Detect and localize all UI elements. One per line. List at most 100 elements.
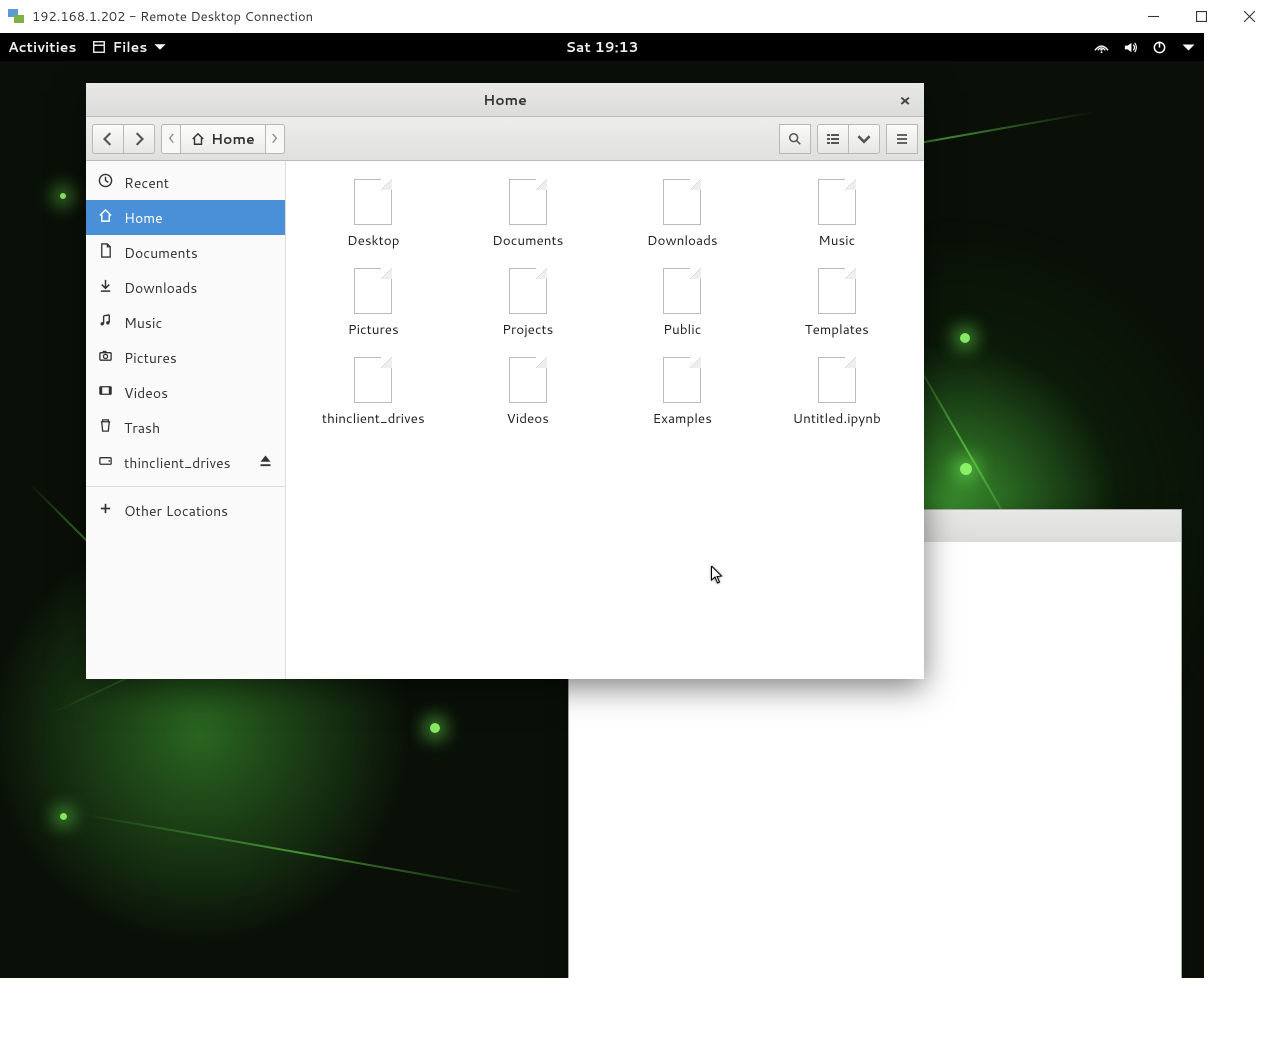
- home-icon: [191, 132, 205, 146]
- drive-icon: [98, 453, 113, 473]
- hamburger-icon: [895, 132, 909, 146]
- clock[interactable]: Sat 19:13: [565, 37, 638, 57]
- file-label: Pictures: [348, 320, 399, 339]
- sidebar-item-label: Music: [124, 313, 162, 333]
- file-manager-titlebar[interactable]: Home ×: [86, 83, 924, 117]
- sidebar-item-label: Documents: [124, 243, 198, 263]
- path-segment-label: Home: [211, 129, 255, 149]
- file-item[interactable]: Desktop: [296, 173, 451, 256]
- file-label: Desktop: [347, 231, 399, 250]
- path-bar: Home: [161, 124, 285, 154]
- remote-desktop: Activities Files Sat 19:13 @jetson: ~ Ho…: [0, 33, 1204, 978]
- file-item[interactable]: Music: [760, 173, 915, 256]
- file-icon: [663, 179, 701, 225]
- file-item[interactable]: Examples: [605, 351, 760, 434]
- chevron-down-icon[interactable]: [1181, 40, 1196, 55]
- search-icon: [788, 132, 802, 146]
- file-label: Examples: [653, 409, 712, 428]
- sidebar-item-label: Downloads: [124, 278, 197, 298]
- path-next-button[interactable]: [265, 124, 285, 154]
- sidebar-item-label: Trash: [124, 418, 160, 438]
- volume-icon[interactable]: [1123, 40, 1138, 55]
- file-icon: [818, 268, 856, 314]
- sidebar-item-label: Pictures: [124, 348, 177, 368]
- network-icon[interactable]: [1094, 40, 1109, 55]
- power-icon[interactable]: [1152, 40, 1167, 55]
- file-icon: [663, 268, 701, 314]
- down-icon: [98, 278, 113, 298]
- sidebar-item-thinclient-drives[interactable]: thinclient_drives: [86, 445, 285, 480]
- file-label: Music: [818, 231, 855, 250]
- file-icon: [663, 357, 701, 403]
- forward-button[interactable]: [123, 124, 155, 154]
- sidebar-item-home[interactable]: Home: [86, 200, 285, 235]
- back-button[interactable]: [92, 124, 124, 154]
- music-icon: [98, 313, 113, 333]
- file-icon: [509, 179, 547, 225]
- sidebar-item-music[interactable]: Music: [86, 305, 285, 340]
- file-item[interactable]: thinclient_drives: [296, 351, 451, 434]
- view-list-button[interactable]: [817, 124, 849, 154]
- sidebar-item-label: Other Locations: [124, 501, 228, 521]
- list-view-icon: [826, 132, 840, 146]
- window-title: Home: [483, 90, 527, 110]
- sidebar-item-documents[interactable]: Documents: [86, 235, 285, 270]
- file-item[interactable]: Videos: [451, 351, 606, 434]
- file-label: Public: [663, 320, 701, 339]
- file-icon: [354, 268, 392, 314]
- hamburger-menu-button[interactable]: [886, 124, 918, 154]
- file-icon: [509, 268, 547, 314]
- plus-icon: [98, 501, 113, 521]
- sidebar-item-recent[interactable]: Recent: [86, 165, 285, 200]
- path-segment-home[interactable]: Home: [180, 124, 266, 154]
- bottom-white-area: [0, 978, 1204, 1062]
- activities-button[interactable]: Activities: [8, 37, 76, 57]
- file-item[interactable]: Untitled.ipynb: [760, 351, 915, 434]
- eject-icon[interactable]: [258, 453, 273, 473]
- trash-icon: [98, 418, 113, 438]
- sidebar-item-label: Recent: [124, 173, 169, 193]
- app-menu[interactable]: Files: [92, 37, 167, 57]
- file-item[interactable]: Pictures: [296, 262, 451, 345]
- sidebar-item-other-locations[interactable]: Other Locations: [86, 493, 285, 528]
- view-dropdown-button[interactable]: [848, 124, 880, 154]
- file-item[interactable]: Downloads: [605, 173, 760, 256]
- clock-icon: [98, 173, 113, 193]
- sidebar-item-downloads[interactable]: Downloads: [86, 270, 285, 305]
- file-label: Untitled.ipynb: [793, 409, 881, 428]
- file-icon: [354, 357, 392, 403]
- sidebar-item-label: Home: [124, 208, 163, 228]
- app-menu-label: Files: [112, 37, 147, 57]
- file-label: Documents: [492, 231, 563, 250]
- file-item[interactable]: Templates: [760, 262, 915, 345]
- video-icon: [98, 383, 113, 403]
- sidebar-item-pictures[interactable]: Pictures: [86, 340, 285, 375]
- file-item[interactable]: Projects: [451, 262, 606, 345]
- minimize-button[interactable]: [1143, 7, 1163, 27]
- doc-icon: [98, 243, 113, 263]
- sidebar-item-trash[interactable]: Trash: [86, 410, 285, 445]
- rdp-titlebar: 192.168.1.202 - Remote Desktop Connectio…: [0, 0, 1281, 33]
- camera-icon: [98, 348, 113, 368]
- file-grid[interactable]: Desktop Documents Downloads Music Pictures Pr…: [286, 161, 924, 679]
- file-icon: [509, 357, 547, 403]
- file-icon: [354, 179, 392, 225]
- maximize-button[interactable]: [1191, 7, 1211, 27]
- sidebar-item-videos[interactable]: Videos: [86, 375, 285, 410]
- file-item[interactable]: Documents: [451, 173, 606, 256]
- sidebar: Recent Home Documents Downloads Music Picture…: [86, 161, 286, 679]
- file-item[interactable]: Public: [605, 262, 760, 345]
- chevron-down-icon: [857, 132, 871, 146]
- rdp-window-title: 192.168.1.202 - Remote Desktop Connectio…: [32, 8, 1143, 26]
- search-button[interactable]: [779, 124, 811, 154]
- file-label: thinclient_drives: [322, 409, 425, 428]
- gnome-topbar: Activities Files Sat 19:13: [0, 33, 1204, 61]
- sidebar-item-label: thinclient_drives: [124, 453, 231, 473]
- file-label: Downloads: [647, 231, 718, 250]
- close-button[interactable]: [1239, 7, 1259, 27]
- chevron-down-icon: [153, 40, 167, 54]
- file-label: Projects: [502, 320, 553, 339]
- path-prev-button[interactable]: [161, 124, 181, 154]
- close-icon[interactable]: ×: [894, 89, 916, 111]
- rdp-app-icon: [8, 9, 24, 25]
